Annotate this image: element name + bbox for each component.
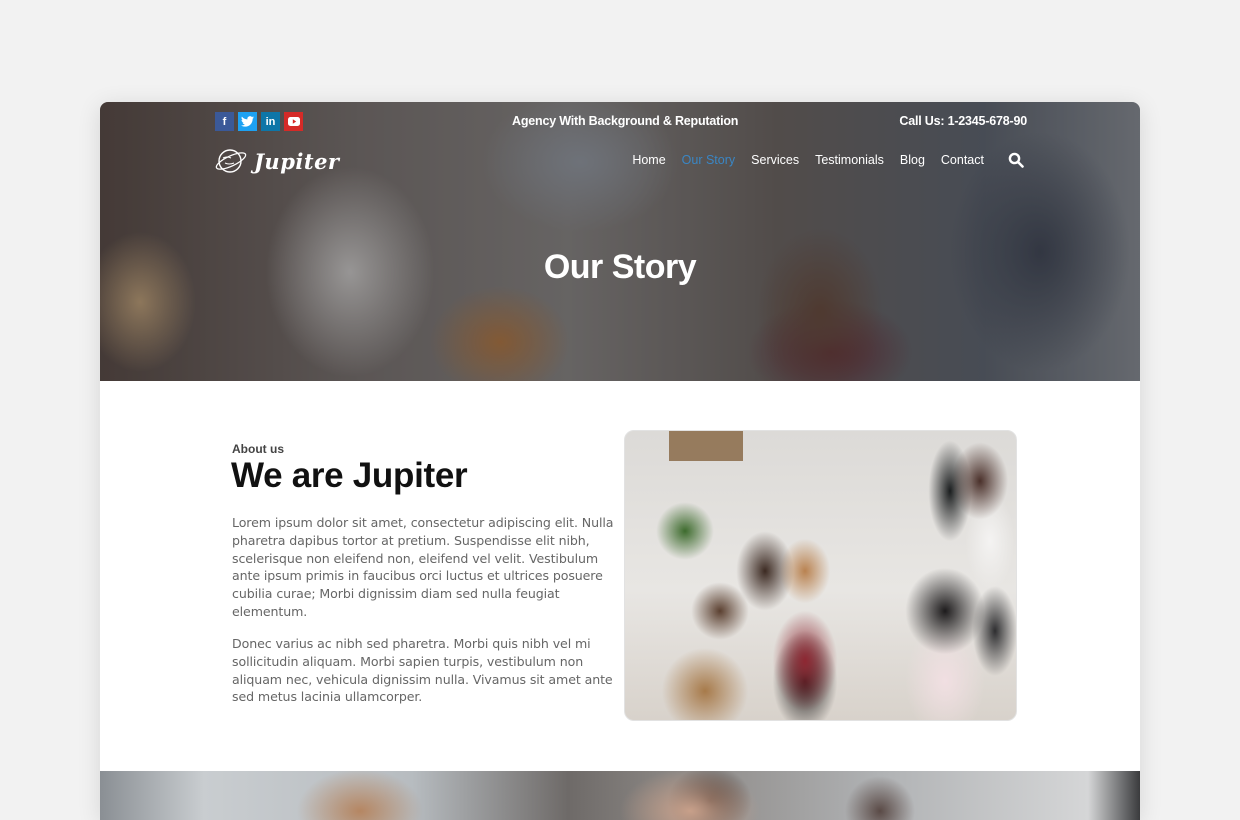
nav-home[interactable]: Home xyxy=(632,153,665,167)
section-title: We are Jupiter xyxy=(231,456,468,495)
search-icon[interactable] xyxy=(1008,152,1024,168)
nav-blog[interactable]: Blog xyxy=(900,153,925,167)
hero-title: Our Story xyxy=(543,248,697,286)
twitter-icon[interactable] xyxy=(238,112,257,131)
nav-services[interactable]: Services xyxy=(751,153,799,167)
wall-painting xyxy=(669,431,743,461)
social-links: f in xyxy=(215,112,303,131)
youtube-icon[interactable] xyxy=(284,112,303,131)
nav-contact[interactable]: Contact xyxy=(941,153,984,167)
header-tagline: Agency With Background & Reputation xyxy=(512,114,739,128)
about-photo xyxy=(624,430,1017,721)
next-section-image xyxy=(100,771,1140,820)
about-paragraph: Donec varius ac nibh sed pharetra. Morbi… xyxy=(232,636,613,705)
facebook-icon[interactable]: f xyxy=(215,112,234,131)
about-paragraph: Lorem ipsum dolor sit amet, consectetur … xyxy=(232,515,614,619)
logo-text: Jupiter xyxy=(254,148,340,174)
site-logo[interactable]: Jupiter xyxy=(214,144,340,178)
hero-banner: f in Agency With Background & Reputation… xyxy=(100,102,1140,381)
main-nav: Home Our Story Services Testimonials Blo… xyxy=(632,153,984,167)
header-phone[interactable]: Call Us: 1-2345-678-90 xyxy=(899,114,1027,128)
page-frame: f in Agency With Background & Reputation… xyxy=(100,102,1140,820)
section-label: About us xyxy=(232,442,284,456)
linkedin-icon[interactable]: in xyxy=(261,112,280,131)
nav-our-story[interactable]: Our Story xyxy=(682,153,736,167)
nav-testimonials[interactable]: Testimonials xyxy=(815,153,884,167)
planet-logo-icon xyxy=(215,149,247,173)
